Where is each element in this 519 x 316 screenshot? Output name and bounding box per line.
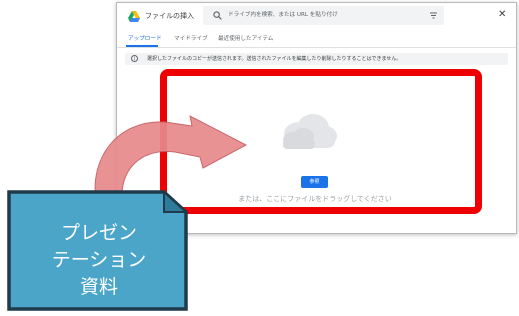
callout-line: テーション <box>51 249 147 271</box>
callout-line: 資料 <box>79 276 118 298</box>
callout-line: プレゼン <box>60 222 137 244</box>
callout-label: プレゼン テーション 資料 <box>24 220 174 301</box>
